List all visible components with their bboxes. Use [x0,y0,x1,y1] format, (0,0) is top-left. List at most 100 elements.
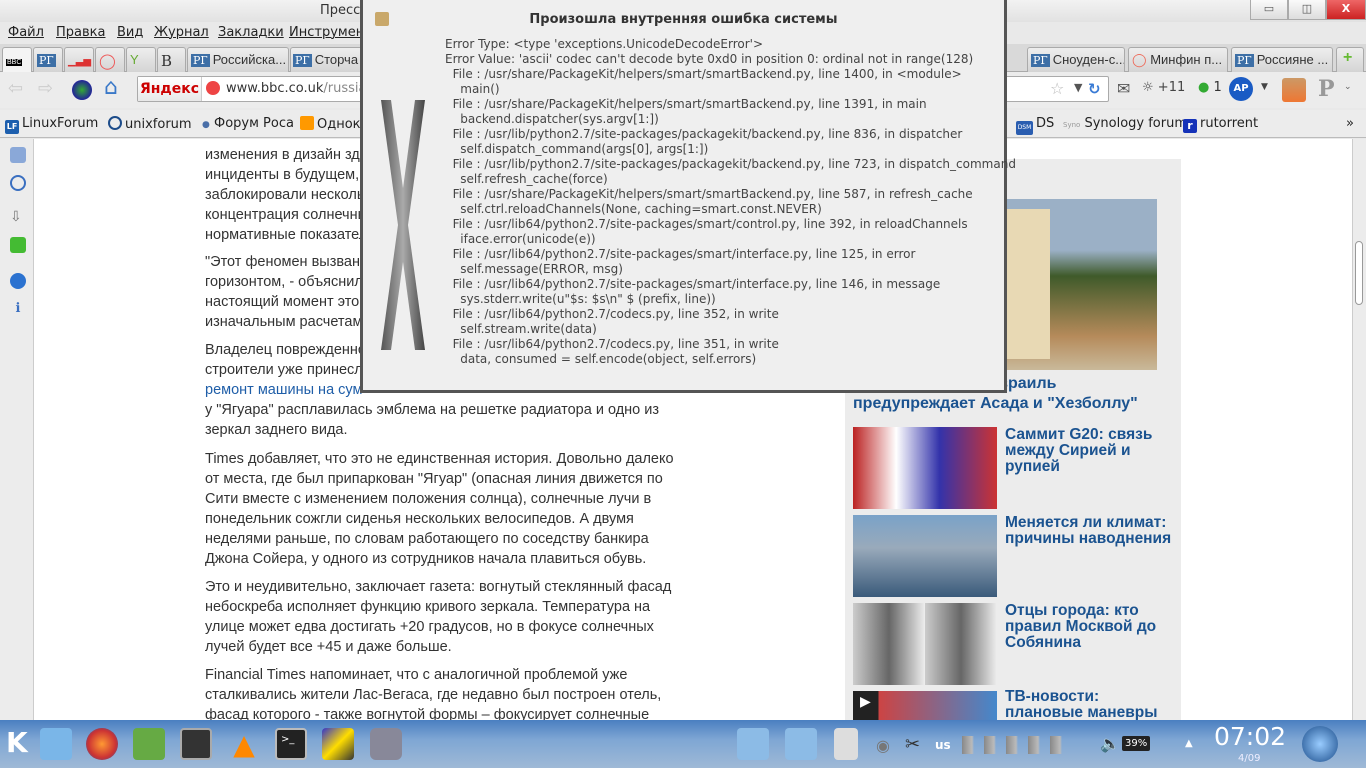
documents-folder-icon[interactable] [737,728,769,760]
rosa-icon: ● [202,120,210,130]
restore-button[interactable]: ◫ [1288,0,1326,20]
bookmark-rutorrent[interactable]: r rutorrent [1183,116,1258,133]
battery-indicator[interactable]: 39% [1122,736,1151,751]
article-line: у "Ягуара" расплавилась эмблема на решет… [205,402,660,418]
trash-icon[interactable] [834,728,858,760]
story-thumb-g20[interactable] [853,427,997,509]
downloads-folder-icon[interactable] [785,728,817,760]
home-button[interactable]: ⌂ [104,75,118,100]
tab-b-site[interactable]: B [157,47,186,72]
forward-button[interactable]: ⇨ [38,78,53,99]
close-button[interactable]: X [1326,0,1366,20]
back-button[interactable]: ⇦ [8,78,23,99]
lead-story-image[interactable] [1000,199,1157,370]
site-identity-icon[interactable] [206,81,220,95]
story-title[interactable]: Меняется ли климат: причины наводнения [1005,515,1175,547]
bookmark-odnoklassniki[interactable]: Однокл [300,116,369,132]
tab-chart-site[interactable]: ▁▃▅ [64,47,94,72]
overflow-menu-icon[interactable]: ⌄ [1344,82,1352,92]
bookmark-forum-rosa[interactable]: ● Форум Роса [202,116,294,131]
menu-history[interactable]: Журнал [154,25,209,40]
tab-bbc[interactable]: BBC [2,47,32,72]
bookmark-ds[interactable]: DSM DS [1016,116,1054,135]
tab-sprout-site[interactable]: Y [126,47,156,72]
tray-expand-icon[interactable]: ▲ [1185,738,1193,749]
terminal-icon[interactable]: >_ [275,728,307,760]
dropdown-icon[interactable]: ▼ [1074,81,1082,94]
addons-icon[interactable] [10,237,26,253]
file-manager-icon[interactable] [40,728,72,760]
tab-rossiyska[interactable]: РГ Российска... [187,47,289,72]
story-title[interactable]: Саммит G20: связь между Сирией и рупией [1005,427,1175,475]
counter-widget[interactable]: ● 1 [1198,80,1222,95]
story-thumb-moscow[interactable] [853,603,997,685]
media-player-icon[interactable] [133,728,165,760]
article-line: инциденты в будущем, [205,167,360,183]
bookmark-unixforum[interactable]: unixforum [108,116,192,132]
bookmark-linuxforum[interactable]: LF LinuxForum [5,116,98,134]
tab-rg[interactable]: РГ [33,47,63,72]
minimize-button[interactable]: ▭ [1250,0,1288,20]
menu-view[interactable]: Вид [117,25,143,40]
vlc-icon[interactable]: ▲ [228,728,260,761]
reload-icon[interactable]: ↻ [1088,80,1101,98]
menu-edit[interactable]: Правка [56,25,105,40]
article-line: зеркал заднего вида. [205,422,348,438]
menu-bookmarks[interactable]: Закладки [218,25,284,40]
p-addon-button[interactable]: P [1318,76,1335,102]
dashboard-icon[interactable] [1302,726,1338,762]
tab-o-site[interactable]: ◯ [95,47,125,72]
history-icon[interactable] [10,175,26,191]
clipboard-icon[interactable]: ✂ [905,734,920,755]
ok-icon [300,116,314,130]
article-line: строители уже принесл [205,362,363,378]
settings-icon[interactable] [10,273,26,289]
article-line: концентрация солнечны [205,207,369,223]
story-title[interactable]: ТВ-новости: плановые маневры [1005,689,1175,721]
new-tab-button[interactable]: + [1336,47,1364,72]
article-line: Financial Times напоминает, что с аналог… [205,667,628,683]
kde-menu-button[interactable]: K [6,726,28,759]
url-input[interactable]: www.bbc.co.uk/russian [226,81,375,96]
sprout-icon: Y [130,52,139,67]
keyboard-layout-indicator[interactable]: us [935,738,951,752]
lead-story-title-1[interactable]: зраиль [1000,375,1056,393]
bookmark-synology-forum[interactable]: Syno Synology forum [1063,116,1187,131]
mail-icon[interactable]: ✉ [1117,79,1130,98]
story-title[interactable]: Отцы города: кто правил Москвой до Собян… [1005,603,1175,651]
addon-globe-icon[interactable] [72,80,92,100]
settings-icon[interactable] [370,728,402,760]
article-line: "Этот феномен вызван [205,254,360,270]
bookmarks-overflow-button[interactable]: » [1346,116,1354,131]
story-thumb-tv[interactable]: ▶ [853,691,997,720]
clock[interactable]: 07:02 [1214,722,1286,751]
tab-minfin[interactable]: ◯ Минфин п... [1128,47,1228,72]
bookmark-star-icon[interactable]: ☆ [1050,79,1064,98]
lead-story-title-2[interactable]: предупреждает Асада и "Хезболлу" [853,395,1138,413]
weather-widget[interactable]: ☼ +11 [1142,80,1185,95]
scrollbar-thumb[interactable] [1355,241,1363,305]
page-scrollbar[interactable] [1352,139,1366,720]
network-connections-icons[interactable] [962,736,1062,754]
bookmarks-sidebar-icon[interactable] [10,147,26,163]
story-thumb-climate[interactable] [853,515,997,597]
article-link[interactable]: ремонт машины на сум [205,382,362,398]
play-icon: ▶ [860,694,871,710]
tab-snowden[interactable]: РГ Сноуден-с... [1027,47,1125,72]
volume-icon[interactable]: 🔈 [1100,734,1120,753]
tab-rossiyane[interactable]: РГ Россияне ... [1231,47,1333,72]
firefox-icon[interactable] [86,728,118,760]
info-icon[interactable]: ℹ [10,301,26,317]
addon-icon[interactable] [1282,78,1306,102]
menu-file[interactable]: Файл [8,25,44,40]
system-monitor-icon[interactable] [180,728,212,760]
article-line: от места, где был припаркован "Ягуар" (о… [205,471,663,487]
downloads-icon[interactable]: ⇩ [10,209,26,225]
ap-dropdown-icon[interactable]: ▼ [1261,82,1268,92]
article-line: изначальным расчетам [205,314,363,330]
network-icon[interactable] [322,728,354,760]
search-engine-button[interactable]: Яндекс [138,77,202,101]
ap-addon-button[interactable]: AP [1229,77,1253,101]
article-line: изменения в дизайн зда [205,147,368,163]
update-icon[interactable]: ◉ [876,736,890,755]
